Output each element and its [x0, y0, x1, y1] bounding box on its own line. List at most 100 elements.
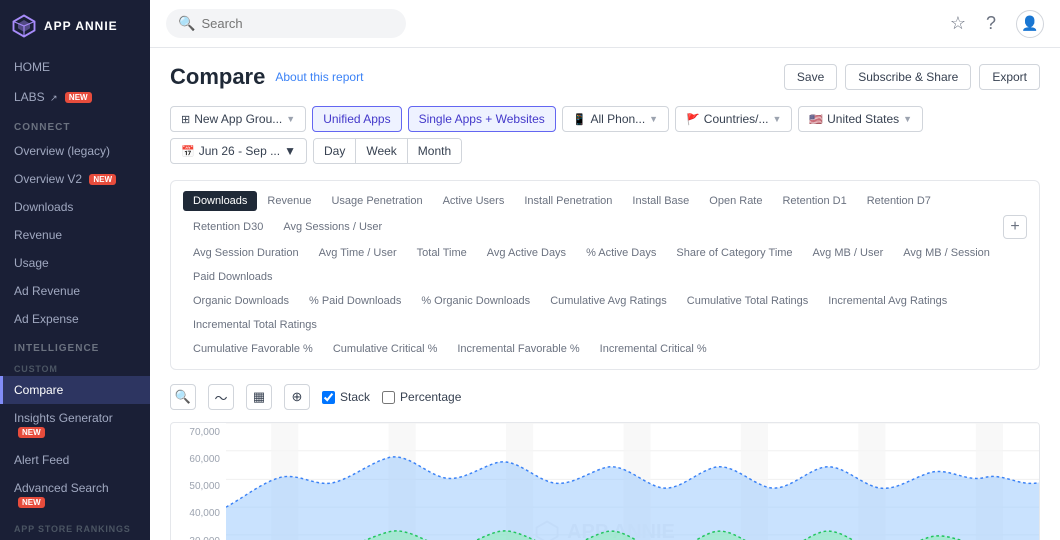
countries-caret: ▼ — [773, 114, 782, 124]
metric-tab-avg-mb-user[interactable]: Avg MB / User — [803, 243, 894, 263]
search-bar[interactable]: 🔍 — [166, 9, 406, 38]
metric-tab-avg-sessions[interactable]: Avg Sessions / User — [273, 217, 392, 237]
page-content: Compare About this report Save Subscribe… — [150, 48, 1060, 540]
sidebar-item-top-charts[interactable]: Top Charts — [0, 536, 150, 540]
export-button[interactable]: Export — [979, 64, 1040, 90]
sidebar-item-compare[interactable]: Compare — [0, 376, 150, 404]
metrics-row-3: Organic Downloads % Paid Downloads % Org… — [183, 291, 1027, 335]
group-filter[interactable]: ⊞ New App Grou... ▼ — [170, 106, 306, 132]
metrics-container: Downloads Revenue Usage Penetration Acti… — [170, 180, 1040, 370]
metric-tab-pct-active-days[interactable]: % Active Days — [576, 243, 666, 263]
flag-icon: 🚩 — [686, 113, 700, 126]
grid-icon: ⊞ — [181, 113, 190, 126]
options-btn[interactable]: ⊕ — [284, 384, 310, 410]
help-icon-button[interactable]: ? — [986, 13, 996, 34]
phone-filter[interactable]: 📱 All Phon... ▼ — [562, 106, 669, 132]
chart-area: APP ANNIE 70,000 60,000 50,000 40,000 30… — [170, 422, 1040, 540]
overview-v2-badge: NEW — [89, 174, 116, 185]
sidebar-item-downloads[interactable]: Downloads — [0, 193, 150, 221]
metric-tab-retention-d30[interactable]: Retention D30 — [183, 217, 273, 237]
sidebar-item-overview-legacy[interactable]: Overview (legacy) — [0, 137, 150, 165]
metric-tab-retention-d7[interactable]: Retention D7 — [857, 191, 941, 211]
metric-tab-downloads[interactable]: Downloads — [183, 191, 257, 211]
metric-tab-total-time[interactable]: Total Time — [407, 243, 477, 263]
month-period-btn[interactable]: Month — [408, 139, 461, 163]
metric-tab-avg-time-user[interactable]: Avg Time / User — [309, 243, 407, 263]
zoom-in-btn[interactable]: 🔍 — [170, 384, 196, 410]
insights-badge: NEW — [18, 427, 45, 438]
sidebar-item-labs[interactable]: LABS ↗ NEW — [0, 82, 150, 112]
metric-tab-incremental-avg-ratings[interactable]: Incremental Avg Ratings — [818, 291, 957, 311]
sidebar-item-usage[interactable]: Usage — [0, 249, 150, 277]
metric-tab-avg-mb-session[interactable]: Avg MB / Session — [893, 243, 1000, 263]
metric-tab-active-users[interactable]: Active Users — [433, 191, 515, 211]
us-flag-icon: 🇺🇸 — [809, 113, 823, 126]
external-icon: ↗ — [50, 93, 58, 103]
sidebar-item-overview-v2[interactable]: Overview V2 NEW — [0, 165, 150, 193]
metric-tab-install-penetration[interactable]: Install Penetration — [514, 191, 622, 211]
metrics-row-4: Cumulative Favorable % Cumulative Critic… — [183, 339, 1027, 359]
main-content: 🔍 ☆ ? 👤 Compare About this report Save S… — [150, 0, 1060, 540]
about-report-link[interactable]: About this report — [275, 70, 363, 84]
percentage-checkbox[interactable] — [382, 391, 395, 404]
metric-tab-avg-active-days[interactable]: Avg Active Days — [477, 243, 576, 263]
advsearch-badge: NEW — [18, 497, 45, 508]
metric-tab-revenue[interactable]: Revenue — [257, 191, 321, 211]
sidebar-section-app-store: APP STORE RANKINGS — [0, 516, 150, 536]
metric-tab-paid-downloads[interactable]: Paid Downloads — [183, 267, 283, 287]
sidebar-item-insights-generator[interactable]: Insights Generator NEW — [0, 404, 150, 446]
chart-svg-area: © 2019 App Annie Intelligence | appannie… — [226, 423, 1039, 540]
sidebar-section-connect: CONNECT — [0, 112, 150, 137]
device-type-filter[interactable]: Single Apps + Websites — [408, 106, 556, 132]
search-input[interactable] — [201, 16, 394, 31]
sidebar-item-revenue[interactable]: Revenue — [0, 221, 150, 249]
phone-caret: ▼ — [649, 114, 658, 124]
subscribe-share-button[interactable]: Subscribe & Share — [845, 64, 971, 90]
metric-tab-share-category[interactable]: Share of Category Time — [666, 243, 802, 263]
topbar-icons: ☆ ? 👤 — [950, 10, 1044, 38]
percentage-toggle[interactable]: Percentage — [382, 390, 461, 404]
stack-toggle[interactable]: Stack — [322, 390, 370, 404]
metric-tab-incremental-favorable[interactable]: Incremental Favorable % — [447, 339, 589, 359]
metric-tab-incremental-total-ratings[interactable]: Incremental Total Ratings — [183, 315, 327, 335]
date-range-filter[interactable]: 📅 Jun 26 - Sep ... ▼ — [170, 138, 307, 164]
metric-tab-incremental-critical[interactable]: Incremental Critical % — [590, 339, 717, 359]
country-filter[interactable]: 🇺🇸 United States ▼ — [798, 106, 923, 132]
save-button[interactable]: Save — [784, 64, 837, 90]
metric-tab-usage-penetration[interactable]: Usage Penetration — [321, 191, 432, 211]
group-caret: ▼ — [286, 114, 295, 124]
metric-tab-open-rate[interactable]: Open Rate — [699, 191, 772, 211]
sidebar-item-home[interactable]: HOME — [0, 52, 150, 82]
metric-tab-pct-paid-downloads[interactable]: % Paid Downloads — [299, 291, 411, 311]
period-selector: Day Week Month — [313, 138, 462, 164]
topbar: 🔍 ☆ ? 👤 — [150, 0, 1060, 48]
metric-tab-pct-organic-downloads[interactable]: % Organic Downloads — [411, 291, 540, 311]
metric-tab-cumulative-avg-ratings[interactable]: Cumulative Avg Ratings — [540, 291, 677, 311]
bar-chart-btn[interactable]: ▦ — [246, 384, 272, 410]
search-icon: 🔍 — [178, 15, 195, 32]
metric-tab-organic-downloads[interactable]: Organic Downloads — [183, 291, 299, 311]
add-metric-btn[interactable]: + — [1003, 215, 1027, 239]
metric-tab-retention-d1[interactable]: Retention D1 — [772, 191, 856, 211]
countries-filter[interactable]: 🚩 Countries/... ▼ — [675, 106, 792, 132]
metric-tab-cumulative-critical[interactable]: Cumulative Critical % — [323, 339, 448, 359]
week-period-btn[interactable]: Week — [356, 139, 407, 163]
app-type-filter[interactable]: Unified Apps — [312, 106, 401, 132]
metric-tab-cumulative-total-ratings[interactable]: Cumulative Total Ratings — [677, 291, 818, 311]
sidebar-item-advanced-search[interactable]: Advanced Search NEW — [0, 474, 150, 516]
metric-tab-install-base[interactable]: Install Base — [622, 191, 699, 211]
sidebar-item-ad-expense[interactable]: Ad Expense — [0, 305, 150, 333]
metric-tab-avg-session-duration[interactable]: Avg Session Duration — [183, 243, 309, 263]
sidebar-item-ad-revenue[interactable]: Ad Revenue — [0, 277, 150, 305]
date-caret: ▼ — [284, 144, 296, 158]
line-chart-btn[interactable]: 〜 — [208, 384, 234, 410]
day-period-btn[interactable]: Day — [314, 139, 356, 163]
metric-tab-cumulative-favorable[interactable]: Cumulative Favorable % — [183, 339, 323, 359]
star-icon-button[interactable]: ☆ — [950, 13, 966, 34]
sidebar-item-alert-feed[interactable]: Alert Feed — [0, 446, 150, 474]
labs-badge: NEW — [65, 92, 92, 103]
filter-bar: ⊞ New App Grou... ▼ Unified Apps Single … — [170, 106, 1040, 164]
app-name-label: APP ANNIE — [44, 19, 118, 33]
user-icon-button[interactable]: 👤 — [1016, 10, 1044, 38]
stack-checkbox[interactable] — [322, 391, 335, 404]
